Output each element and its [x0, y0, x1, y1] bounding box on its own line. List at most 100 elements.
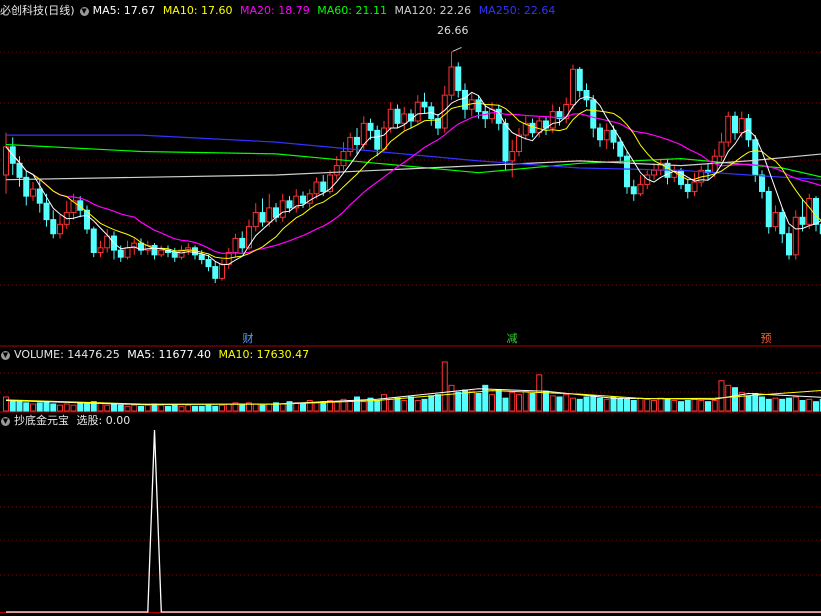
candle-down: [320, 181, 327, 192]
vol-ma10-label: MA10: 17630.47: [218, 348, 310, 361]
stock-title[interactable]: 必创科技(日线): [0, 4, 75, 17]
indicator-legend: ▼ 抄底金元宝 选股: 0.00: [0, 414, 134, 428]
candle-down: [90, 228, 97, 253]
ma5-label: MA5: 17.67: [92, 4, 156, 17]
candle-down: [43, 202, 50, 221]
candle-up: [97, 247, 104, 253]
volume-bar-up: [178, 405, 185, 412]
volume-bar-up: [313, 402, 320, 412]
volume-bar-down: [212, 405, 219, 412]
ma60-label: MA60: 21.11: [317, 4, 387, 17]
candle-up: [124, 247, 131, 258]
circle-down-icon[interactable]: ▼: [1, 350, 10, 360]
volume-bar-down: [151, 403, 158, 412]
volume-bar-down: [543, 390, 549, 412]
volume-bar-up: [489, 394, 495, 412]
volume-bar-down: [84, 403, 90, 412]
indicator-name: 抄底金元宝: [14, 414, 69, 427]
candle-down: [502, 122, 509, 162]
candle-up: [266, 207, 273, 223]
volume-bar-down: [765, 398, 772, 412]
candle-up: [509, 151, 516, 162]
volume-bar-up: [401, 400, 408, 412]
volume-bar-down: [394, 397, 401, 412]
volume-bar-down: [455, 391, 462, 412]
volume-bar-down: [198, 405, 205, 412]
candle-down: [813, 197, 819, 225]
candle-up: [738, 118, 745, 134]
volume-bar-down: [590, 395, 597, 412]
volume-bar-down: [502, 397, 509, 412]
volume-bar-up: [360, 401, 367, 412]
candle-down: [462, 89, 468, 110]
candle-down: [684, 183, 691, 192]
candle-up: [414, 101, 421, 122]
volume-bar-down: [678, 401, 684, 412]
volume-bar-down: [752, 393, 759, 412]
candle-down: [198, 254, 205, 261]
volume-bar-down: [745, 395, 752, 412]
volume-bar-down: [684, 400, 691, 412]
candle-down: [786, 233, 792, 256]
volume-bar-up: [219, 404, 225, 412]
ma-line-ma20: [5, 112, 821, 255]
circle-down-icon[interactable]: ▼: [79, 6, 89, 16]
marker-financial[interactable]: 财: [241, 332, 255, 346]
volume-bar-up: [549, 395, 556, 412]
candle-down: [394, 108, 401, 124]
candle-down: [583, 89, 590, 101]
volume-bar-up: [718, 380, 725, 412]
volume-panel: [3, 361, 821, 412]
volume-bar-down: [354, 396, 360, 412]
candle-up: [246, 226, 252, 249]
volume-bar-up: [158, 404, 165, 412]
candle-down: [374, 129, 381, 150]
price-legend: 必创科技(日线) ▼ MA5: 17.67 MA10: 17.60 MA20: 18…: [0, 4, 559, 18]
volume-bar-up: [225, 403, 232, 412]
candle-up: [381, 127, 387, 150]
volume-bar-up: [691, 398, 698, 412]
volume-bar-down: [630, 400, 637, 412]
volume-bar-up: [57, 404, 63, 412]
volume-bar-down: [165, 405, 171, 412]
volume-bar-down: [300, 403, 306, 412]
volume-bar-down: [259, 404, 266, 412]
volume-bar-up: [563, 394, 570, 412]
candle-down: [205, 259, 212, 268]
volume-bar-down: [205, 404, 212, 412]
candle-up: [232, 237, 239, 253]
volume-bar-down: [428, 395, 435, 412]
volume-bar-up: [772, 397, 779, 412]
candle-up: [651, 169, 657, 176]
candle-up: [725, 115, 732, 143]
volume-bar-down: [610, 396, 617, 412]
indicator-panel: [6, 429, 821, 613]
candle-down: [23, 176, 30, 197]
volume-bar-up: [516, 394, 522, 412]
circle-down-icon[interactable]: ▼: [1, 416, 10, 426]
volume-bar-up: [671, 400, 678, 412]
volume-bar-up: [293, 402, 300, 412]
volume-bar-down: [495, 389, 502, 412]
candle-down: [286, 200, 293, 209]
candle-down: [732, 115, 738, 134]
volume-bar-up: [509, 391, 516, 412]
candle-down: [799, 216, 806, 225]
candle-up: [637, 183, 644, 195]
volume-bar-down: [374, 400, 381, 412]
volume-bar-down: [171, 404, 178, 412]
candle-up: [570, 68, 576, 106]
candle-up: [401, 113, 408, 124]
volume-bar-up: [414, 400, 421, 412]
grid-lines: [0, 51, 821, 613]
volume-bar-down: [50, 403, 57, 412]
marker-forecast[interactable]: 预: [759, 332, 773, 346]
marker-reduce[interactable]: 减: [505, 332, 519, 346]
candle-down: [576, 68, 583, 91]
volume-legend: ▼ VOLUME: 14476.25 MA5: 11677.40 MA10: 17…: [0, 348, 313, 362]
volume-bar-up: [657, 397, 664, 412]
volume-bar-down: [16, 401, 23, 412]
ma120-label: MA120: 22.26: [394, 4, 472, 17]
volume-bar-up: [97, 402, 104, 412]
volume-bar-up: [252, 403, 259, 412]
